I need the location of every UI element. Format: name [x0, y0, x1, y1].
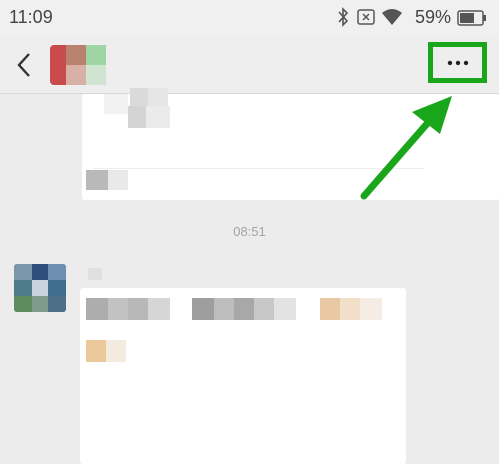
battery-percent: 59% [414, 7, 451, 27]
bluetooth-icon [337, 7, 349, 32]
close-box-icon [357, 9, 375, 30]
chat-header [0, 36, 499, 94]
more-options-button[interactable] [428, 42, 487, 83]
ellipsis-icon [447, 60, 469, 66]
message-bubble[interactable] [82, 88, 499, 200]
battery-icon [457, 10, 487, 31]
contact-name-blurred [50, 45, 108, 85]
wifi-icon [381, 8, 403, 31]
contact-avatar[interactable] [14, 264, 66, 312]
chevron-left-icon [17, 53, 30, 77]
chat-timestamp: 08:51 [233, 224, 266, 239]
message-bubble[interactable] [80, 268, 406, 464]
chat-area: 08:51 [0, 88, 499, 464]
status-icons: 59% [337, 7, 487, 29]
status-time: 11:09 [9, 7, 53, 27]
back-button[interactable] [12, 50, 38, 80]
status-bar: 11:09 59% [0, 0, 499, 36]
